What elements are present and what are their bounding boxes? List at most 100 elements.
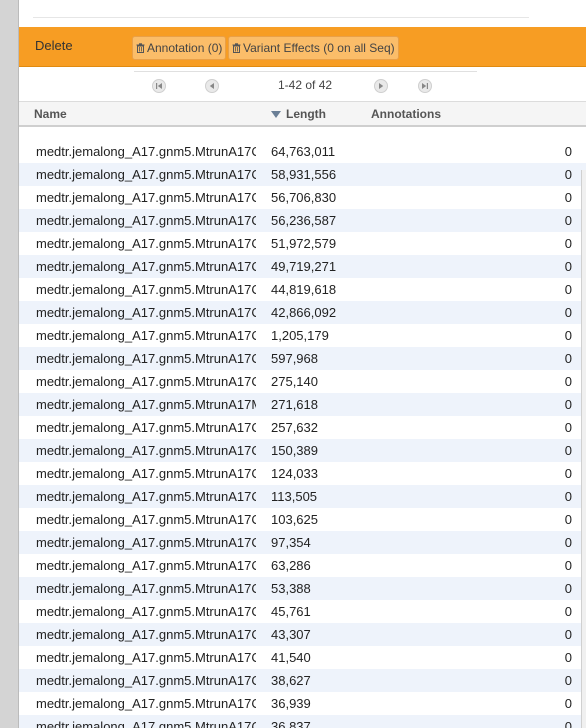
table-row[interactable]: medtr.jemalong_A17.gnm5.MtrunA17Chr 42,86… <box>19 301 586 324</box>
delete-variant-effects-label: Variant Effects (0 on all Seq) <box>243 41 395 55</box>
sequence-name-cell[interactable]: medtr.jemalong_A17.gnm5.MtrunA17Chr <box>36 692 256 715</box>
last-page-icon[interactable] <box>418 79 432 93</box>
annotation-count-cell: 0 <box>564 351 572 366</box>
table-row[interactable]: medtr.jemalong_A17.gnm5.MtrunA17Chr 36,93… <box>19 692 586 715</box>
table-row[interactable]: medtr.jemalong_A17.gnm5.MtrunA17MT 271,61… <box>19 393 586 416</box>
annotation-count-cell: 0 <box>564 144 572 159</box>
table-row[interactable]: medtr.jemalong_A17.gnm5.MtrunA17Chr 56,70… <box>19 186 586 209</box>
table-row[interactable]: medtr.jemalong_A17.gnm5.MtrunA17Chr 56,23… <box>19 209 586 232</box>
table-row[interactable]: medtr.jemalong_A17.gnm5.MtrunA17Chr 36,83… <box>19 715 586 728</box>
sequence-name-cell[interactable]: medtr.jemalong_A17.gnm5.MtrunA17Chr <box>36 232 256 255</box>
sequence-length-cell: 56,706,830 <box>271 190 337 205</box>
table-row[interactable]: medtr.jemalong_A17.gnm5.MtrunA17Chr 97,35… <box>19 531 586 554</box>
sequence-name-cell[interactable]: medtr.jemalong_A17.gnm5.MtrunA17Chr <box>36 462 256 485</box>
table-row[interactable]: medtr.jemalong_A17.gnm5.MtrunA17Chr 43,30… <box>19 623 586 646</box>
delete-annotation-button[interactable]: Annotation (0) <box>132 36 227 60</box>
annotation-count-cell: 0 <box>564 558 572 573</box>
sequence-length-cell: 103,625 <box>271 512 318 527</box>
column-header-length-label: Length <box>286 107 326 121</box>
delete-annotation-label: Annotation (0) <box>147 41 223 55</box>
table-row[interactable]: medtr.jemalong_A17.gnm5.MtrunA17Chr 257,6… <box>19 416 586 439</box>
sequence-length-cell: 1,205,179 <box>271 328 329 343</box>
table-row[interactable]: medtr.jemalong_A17.gnm5.MtrunA17Chr 124,0… <box>19 462 586 485</box>
sequence-length-cell: 45,761 <box>271 604 311 619</box>
sequence-length-cell: 271,618 <box>271 397 318 412</box>
column-header-name[interactable]: Name <box>34 107 67 121</box>
annotation-count-cell: 0 <box>564 535 572 550</box>
annotation-count-cell: 0 <box>564 489 572 504</box>
annotation-count-cell: 0 <box>564 374 572 389</box>
top-area <box>19 0 586 27</box>
pager-divider <box>134 71 477 72</box>
table-row[interactable]: medtr.jemalong_A17.gnm5.MtrunA17Chr 63,28… <box>19 554 586 577</box>
left-panel-edge <box>0 0 19 728</box>
sequence-name-cell[interactable]: medtr.jemalong_A17.gnm5.MtrunA17Chr <box>36 508 256 531</box>
first-page-icon[interactable] <box>152 79 166 93</box>
sequence-length-cell: 113,505 <box>271 489 318 504</box>
sequence-name-cell[interactable]: medtr.jemalong_A17.gnm5.MtrunA17Chr <box>36 577 256 600</box>
annotation-count-cell: 0 <box>564 236 572 251</box>
sequence-name-cell[interactable]: medtr.jemalong_A17.gnm5.MtrunA17Chr <box>36 439 256 462</box>
sequence-name-cell[interactable]: medtr.jemalong_A17.gnm5.MtrunA17Chr <box>36 278 256 301</box>
delete-variant-effects-button[interactable]: Variant Effects (0 on all Seq) <box>228 36 399 60</box>
sequence-length-cell: 44,819,618 <box>271 282 337 297</box>
table-row[interactable]: medtr.jemalong_A17.gnm5.MtrunA17Chr 38,62… <box>19 669 586 692</box>
sequence-name-cell[interactable]: medtr.jemalong_A17.gnm5.MtrunA17Chr <box>36 485 256 508</box>
sequence-length-cell: 97,354 <box>271 535 311 550</box>
table-row[interactable]: medtr.jemalong_A17.gnm5.MtrunA17Chr 1,205… <box>19 324 586 347</box>
annotation-count-cell: 0 <box>564 443 572 458</box>
table-row[interactable]: medtr.jemalong_A17.gnm5.MtrunA17Chr 41,54… <box>19 646 586 669</box>
table-row[interactable]: medtr.jemalong_A17.gnm5.MtrunA17Chr 150,3… <box>19 439 586 462</box>
table-row[interactable]: medtr.jemalong_A17.gnm5.MtrunA17Chr 49,71… <box>19 255 586 278</box>
sequence-name-cell[interactable]: medtr.jemalong_A17.gnm5.MtrunA17Chr <box>36 324 256 347</box>
sequence-length-cell: 43,307 <box>271 627 311 642</box>
sequence-name-cell[interactable]: medtr.jemalong_A17.gnm5.MtrunA17Chr <box>36 209 256 232</box>
annotation-count-cell: 0 <box>564 397 572 412</box>
sequence-name-cell[interactable]: medtr.jemalong_A17.gnm5.MtrunA17Chr <box>36 163 256 186</box>
sequence-name-cell[interactable]: medtr.jemalong_A17.gnm5.MtrunA17Chr <box>36 370 256 393</box>
trash-icon <box>232 43 241 53</box>
annotation-count-cell: 0 <box>564 420 572 435</box>
sequence-name-cell[interactable]: medtr.jemalong_A17.gnm5.MtrunA17Chr <box>36 646 256 669</box>
sequence-name-cell[interactable]: medtr.jemalong_A17.gnm5.MtrunA17Chr <box>36 669 256 692</box>
vertical-scrollbar[interactable] <box>581 170 586 728</box>
page-range-text: 1-42 of 42 <box>278 78 333 92</box>
table-header: Name Length Annotations <box>19 101 586 127</box>
annotation-count-cell: 0 <box>564 305 572 320</box>
sequence-name-cell[interactable]: medtr.jemalong_A17.gnm5.MtrunA17Chr <box>36 140 256 163</box>
prev-page-icon[interactable] <box>205 79 219 93</box>
table-row[interactable]: medtr.jemalong_A17.gnm5.MtrunA17Chr 103,6… <box>19 508 586 531</box>
sequence-name-cell[interactable]: medtr.jemalong_A17.gnm5.MtrunA17Chr <box>36 416 256 439</box>
annotation-count-cell: 0 <box>564 466 572 481</box>
table-row[interactable]: medtr.jemalong_A17.gnm5.MtrunA17Chr 51,97… <box>19 232 586 255</box>
table-row[interactable]: medtr.jemalong_A17.gnm5.MtrunA17Chr 597,9… <box>19 347 586 370</box>
sequence-length-cell: 53,388 <box>271 581 311 596</box>
annotation-count-cell: 0 <box>564 328 572 343</box>
action-toolbar: Delete Annotation (0) Variant Effects (0… <box>19 27 586 67</box>
sequence-name-cell[interactable]: medtr.jemalong_A17.gnm5.MtrunA17Chr <box>36 715 256 728</box>
sequence-name-cell[interactable]: medtr.jemalong_A17.gnm5.MtrunA17Chr <box>36 600 256 623</box>
column-header-annotations[interactable]: Annotations <box>371 107 441 121</box>
column-header-length[interactable]: Length <box>271 107 326 121</box>
sequence-length-cell: 36,939 <box>271 696 311 711</box>
sequence-name-cell[interactable]: medtr.jemalong_A17.gnm5.MtrunA17Chr <box>36 301 256 324</box>
annotation-count-cell: 0 <box>564 282 572 297</box>
table-row[interactable]: medtr.jemalong_A17.gnm5.MtrunA17Chr 44,81… <box>19 278 586 301</box>
sequence-name-cell[interactable]: medtr.jemalong_A17.gnm5.MtrunA17Chr <box>36 186 256 209</box>
table-row[interactable]: medtr.jemalong_A17.gnm5.MtrunA17Chr 53,38… <box>19 577 586 600</box>
table-row[interactable]: medtr.jemalong_A17.gnm5.MtrunA17Chr 275,1… <box>19 370 586 393</box>
table-row[interactable]: medtr.jemalong_A17.gnm5.MtrunA17Chr 45,76… <box>19 600 586 623</box>
sequence-name-cell[interactable]: medtr.jemalong_A17.gnm5.MtrunA17Chr <box>36 347 256 370</box>
sequence-name-cell[interactable]: medtr.jemalong_A17.gnm5.MtrunA17Chr <box>36 623 256 646</box>
table-row[interactable]: medtr.jemalong_A17.gnm5.MtrunA17Chr 58,93… <box>19 163 586 186</box>
delete-button[interactable]: Delete <box>35 38 73 53</box>
sequence-name-cell[interactable]: medtr.jemalong_A17.gnm5.MtrunA17MT <box>36 393 256 416</box>
sequence-name-cell[interactable]: medtr.jemalong_A17.gnm5.MtrunA17Chr <box>36 255 256 278</box>
sequence-name-cell[interactable]: medtr.jemalong_A17.gnm5.MtrunA17Chr <box>36 554 256 577</box>
next-page-icon[interactable] <box>374 79 388 93</box>
sequence-length-cell: 124,033 <box>271 466 318 481</box>
table-row[interactable]: medtr.jemalong_A17.gnm5.MtrunA17Chr 64,76… <box>19 140 586 163</box>
sequence-length-cell: 51,972,579 <box>271 236 337 251</box>
sequence-name-cell[interactable]: medtr.jemalong_A17.gnm5.MtrunA17Chr <box>36 531 256 554</box>
table-row[interactable]: medtr.jemalong_A17.gnm5.MtrunA17Chr 113,5… <box>19 485 586 508</box>
